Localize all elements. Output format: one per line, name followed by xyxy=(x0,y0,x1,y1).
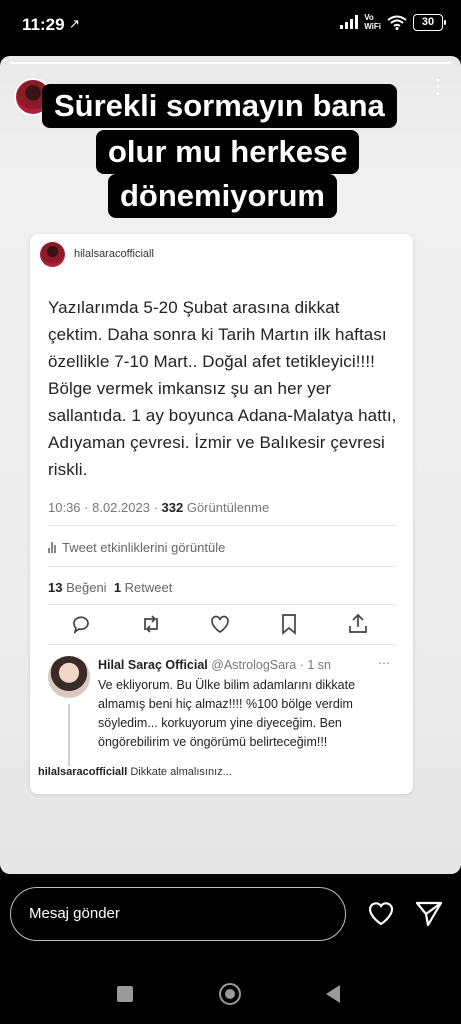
thread-line xyxy=(68,704,70,766)
like-icon xyxy=(211,615,229,634)
likes-label: Beğeni xyxy=(66,580,107,595)
retweets-label: Retweet xyxy=(124,580,173,595)
vowifi-bottom: WiFi xyxy=(364,22,381,31)
signal-icon xyxy=(340,15,359,29)
tweet-activity-link: Tweet etkinliklerini görüntüle xyxy=(48,540,225,555)
story-caption-line-1: Sürekli sormayın bana xyxy=(42,84,397,128)
reply-more-icon: ⋯ xyxy=(378,656,390,670)
back-button[interactable] xyxy=(326,985,340,1003)
tweet-counts: 13 Beğeni 1 Retweet xyxy=(48,580,172,595)
vowifi-top: Vo xyxy=(364,13,374,22)
vowifi-label: Vo WiFi xyxy=(364,13,381,31)
message-input[interactable]: Mesaj gönder xyxy=(10,887,346,941)
battery-icon: 30 xyxy=(413,13,446,31)
likes-count: 13 xyxy=(48,580,63,595)
tweet-date: 8.02.2023 xyxy=(92,500,150,515)
tweet-avatar xyxy=(40,242,65,267)
send-icon[interactable] xyxy=(414,898,444,928)
message-placeholder: Mesaj gönder xyxy=(29,905,120,922)
divider xyxy=(48,604,396,605)
story-progress-bar xyxy=(10,62,451,64)
reply-avatar xyxy=(48,656,90,698)
tweet-activity-label: Tweet etkinliklerini görüntüle xyxy=(62,540,226,555)
reply-header: Hilal Saraç Official @AstrologSara · 1 s… xyxy=(98,658,331,672)
reply-icon xyxy=(73,616,89,635)
story-caption-line-2: olur mu herkese xyxy=(96,130,360,174)
more-options-icon[interactable]: ⋮ xyxy=(428,77,448,97)
status-bar: 11:29 ↗ Vo WiFi 30 xyxy=(0,0,461,52)
retweet-icon xyxy=(144,615,158,633)
card-footer-caption: hilalsaracofficiall Dikkate almalısınız.… xyxy=(38,766,232,778)
recent-apps-button[interactable] xyxy=(117,986,133,1002)
story-caption-line-3: dönemiyorum xyxy=(108,174,337,218)
tweet-views-count: 332 xyxy=(161,500,184,515)
tweet-text: Yazılarımda 5-20 Şubat arasına dikkat çe… xyxy=(48,298,397,479)
status-time: 11:29 xyxy=(22,15,65,34)
footer-text: Dikkate almalısınız... xyxy=(130,766,232,778)
wifi-icon xyxy=(387,15,407,30)
divider xyxy=(48,525,396,526)
divider xyxy=(48,566,396,567)
tweet-time: 10:36 xyxy=(48,500,81,515)
heart-icon[interactable] xyxy=(366,898,396,928)
tweet-username: hilalsaracofficiall xyxy=(74,248,154,260)
bookmark-icon xyxy=(282,614,296,635)
home-button[interactable] xyxy=(219,983,241,1005)
status-icons: Vo WiFi 30 xyxy=(340,13,446,31)
story-viewer[interactable]: hilalsaracofficiall 50d ⋮ Sürekli sormay… xyxy=(0,56,461,874)
tweet-meta: 10:36 · 8.02.2023 · 332 Görüntülenme xyxy=(48,500,270,515)
analytics-icon xyxy=(48,542,56,553)
share-icon xyxy=(349,613,367,633)
tweet-views-label: Görüntülenme xyxy=(186,500,270,515)
reply-handle: @AstrologSara xyxy=(211,658,297,672)
divider xyxy=(48,644,396,645)
tweet-actions xyxy=(70,612,370,638)
retweets-count: 1 xyxy=(113,580,122,595)
footer-username: hilalsaracofficiall xyxy=(38,766,128,778)
reply-name: Hilal Saraç Official xyxy=(98,658,208,672)
reply-text: Ve ekliyorum. Bu Ülke bilim adamlarını d… xyxy=(98,678,356,749)
reply-age: 1 sn xyxy=(307,658,331,672)
tweet-card: hilalsaracofficiall Yazılarımda 5-20 Şub… xyxy=(30,234,413,794)
location-arrow-icon: ↗ xyxy=(69,16,80,31)
